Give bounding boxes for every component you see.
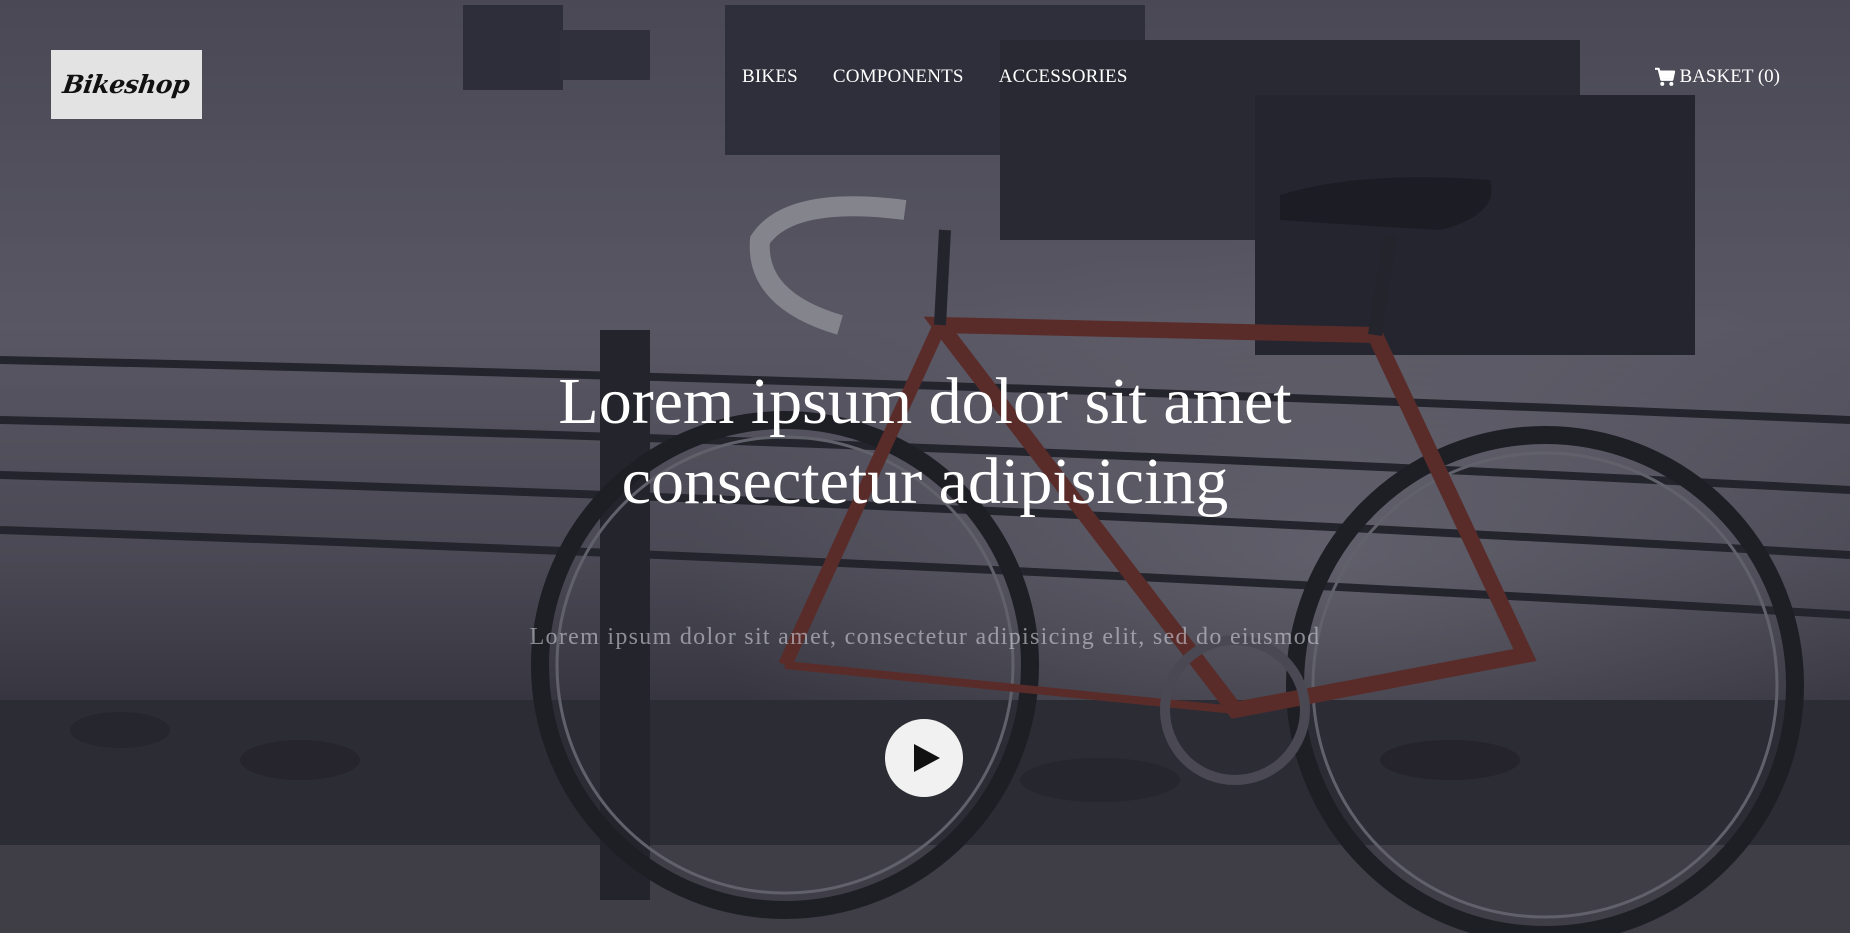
play-icon xyxy=(913,744,940,772)
hero-headline: Lorem ipsum dolor sit amet consectetur a… xyxy=(0,362,1850,522)
nav-item-accessories[interactable]: ACCESSORIES xyxy=(999,66,1128,88)
hero-headline-line-2: consectetur adipisicing xyxy=(621,445,1229,518)
logo-text: Bikeshop xyxy=(61,70,192,99)
basket-button[interactable]: BASKET (0) xyxy=(1654,66,1780,88)
main-nav: BIKES COMPONENTS ACCESSORIES xyxy=(742,66,1128,88)
cart-icon xyxy=(1654,67,1675,86)
play-video-button[interactable] xyxy=(885,719,963,797)
hero-subtitle: Lorem ipsum dolor sit amet, consectetur … xyxy=(529,624,1321,650)
hero-section: Bikeshop BIKES COMPONENTS ACCESSORIES BA… xyxy=(0,0,1850,933)
logo[interactable]: Bikeshop xyxy=(51,50,202,119)
nav-item-components[interactable]: COMPONENTS xyxy=(833,66,964,88)
hero-headline-line-1: Lorem ipsum dolor sit amet xyxy=(558,365,1292,438)
nav-item-bikes[interactable]: BIKES xyxy=(742,66,798,88)
basket-label: BASKET (0) xyxy=(1679,66,1780,87)
